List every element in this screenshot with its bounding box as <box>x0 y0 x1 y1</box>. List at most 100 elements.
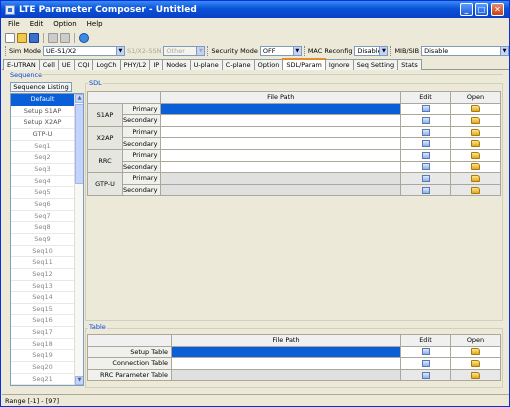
filepath-cell[interactable] <box>160 148 401 162</box>
open-button[interactable] <box>450 148 501 162</box>
sequence-item[interactable]: GTP-U <box>11 129 74 141</box>
sequence-item[interactable]: Seq9 <box>11 234 74 246</box>
filepath-cell[interactable] <box>160 183 401 197</box>
sequence-item[interactable]: Seq4 <box>11 176 74 188</box>
maximize-button[interactable]: □ <box>475 3 488 16</box>
new-icon[interactable] <box>5 32 15 43</box>
menu-help[interactable]: Help <box>87 20 103 28</box>
filepath-cell[interactable] <box>160 172 401 185</box>
sequence-item[interactable]: Seq14 <box>11 292 74 304</box>
open-button[interactable] <box>450 137 501 150</box>
open-button[interactable] <box>450 125 501 139</box>
sequence-item[interactable]: Default <box>11 94 74 106</box>
tab-option[interactable]: Option <box>253 59 284 70</box>
menu-edit[interactable]: Edit <box>30 20 44 28</box>
edit-icon <box>421 371 430 379</box>
tab-cell[interactable]: Cell <box>38 59 59 70</box>
mib-select[interactable]: Disable ▼ <box>421 46 510 56</box>
edit-button[interactable] <box>400 137 451 150</box>
edit-icon <box>421 140 430 148</box>
filepath-cell[interactable] <box>171 368 401 382</box>
sequence-item[interactable]: Seq21 <box>11 374 74 385</box>
tab-c-plane[interactable]: C-plane <box>221 59 255 70</box>
menu-file[interactable]: File <box>8 20 20 28</box>
scroll-down-icon[interactable]: ▼ <box>75 376 83 385</box>
edit-button[interactable] <box>400 345 451 359</box>
chevron-down-icon: ▼ <box>500 47 509 55</box>
tab-phy-l2[interactable]: PHY/L2 <box>119 59 151 70</box>
open-button[interactable] <box>450 368 501 382</box>
sequence-item[interactable]: Seq7 <box>11 211 74 223</box>
copy-icon[interactable] <box>60 32 70 43</box>
tab-eutran[interactable]: E-UTRAN <box>3 59 40 70</box>
security-select[interactable]: OFF ▼ <box>259 46 302 56</box>
sim-mode-select[interactable]: UE-S1/X2 ▼ <box>43 46 125 56</box>
tab-stats[interactable]: Stats <box>397 59 422 70</box>
filepath-cell[interactable] <box>160 160 401 174</box>
sequence-item[interactable]: Seq6 <box>11 199 74 211</box>
tab-logch[interactable]: LogCh <box>92 59 121 70</box>
open-button[interactable] <box>450 172 501 185</box>
edit-button[interactable] <box>400 183 451 197</box>
filepath-cell[interactable] <box>160 102 401 116</box>
edit-button[interactable] <box>400 368 451 382</box>
s1x2ssn-select[interactable]: Other ▼ <box>163 46 206 56</box>
open-button[interactable] <box>450 114 501 127</box>
sequence-item[interactable]: Seq20 <box>11 362 74 374</box>
sequence-item[interactable]: Seq16 <box>11 315 74 328</box>
tab-ip[interactable]: IP <box>149 59 164 70</box>
vertical-scrollbar[interactable]: ▲ ▼ <box>74 94 83 385</box>
tab-ue[interactable]: UE <box>57 59 75 70</box>
tab-nodes[interactable]: Nodes <box>162 59 191 70</box>
sequence-item[interactable]: Seq11 <box>11 257 74 269</box>
edit-button[interactable] <box>400 172 451 185</box>
edit-icon <box>421 163 430 171</box>
edit-button[interactable] <box>400 148 451 162</box>
sequence-item[interactable]: Seq8 <box>11 222 74 234</box>
sequence-item[interactable]: Seq15 <box>11 304 74 316</box>
sequence-item[interactable]: Seq5 <box>11 187 74 199</box>
sequence-item[interactable]: Setup S1AP <box>11 106 74 118</box>
scroll-thumb[interactable] <box>75 104 83 184</box>
sequence-item[interactable]: Seq18 <box>11 339 74 351</box>
sequence-item[interactable]: Seq2 <box>11 152 74 164</box>
sequence-item[interactable]: Seq12 <box>11 269 74 281</box>
edit-button[interactable] <box>400 160 451 174</box>
sequence-item[interactable]: Seq13 <box>11 281 74 293</box>
open-icon[interactable] <box>17 32 27 43</box>
tab-seq-setting[interactable]: Seq Setting <box>352 59 399 70</box>
mac-select[interactable]: Disable ▼ <box>354 46 389 56</box>
close-button[interactable]: ✕ <box>491 3 504 16</box>
filepath-cell[interactable] <box>160 114 401 127</box>
sequence-item[interactable]: Seq3 <box>11 164 74 176</box>
minimize-button[interactable]: _ <box>460 3 473 16</box>
edit-button[interactable] <box>400 102 451 116</box>
sequence-item[interactable]: Seq17 <box>11 327 74 339</box>
tab-ignore[interactable]: Ignore <box>324 59 354 70</box>
scroll-up-icon[interactable]: ▲ <box>75 94 83 103</box>
cut-icon[interactable] <box>48 32 58 43</box>
tab-cqi[interactable]: CQI <box>73 59 94 70</box>
filepath-cell[interactable] <box>171 345 401 359</box>
open-button[interactable] <box>450 357 501 370</box>
sequence-item[interactable]: Seq1 <box>11 141 74 153</box>
tab-u-plane[interactable]: U-plane <box>189 59 223 70</box>
edit-button[interactable] <box>400 357 451 370</box>
save-icon[interactable] <box>29 32 39 43</box>
open-button[interactable] <box>450 345 501 359</box>
edit-button[interactable] <box>400 125 451 139</box>
open-button[interactable] <box>450 183 501 197</box>
menu-option[interactable]: Option <box>53 20 76 28</box>
sequence-item[interactable]: Seq19 <box>11 350 74 363</box>
tab-sdl-param[interactable]: SDL/Param <box>282 58 326 70</box>
sequence-list[interactable]: Default Setup S1AP Setup X2AP GTP-U Seq1 Seq2… <box>10 93 84 386</box>
open-button[interactable] <box>450 160 501 174</box>
filepath-cell[interactable] <box>160 137 401 150</box>
sequence-item[interactable]: Setup X2AP <box>11 117 74 129</box>
help-icon[interactable] <box>79 32 89 43</box>
filepath-cell[interactable] <box>171 357 401 370</box>
filepath-cell[interactable] <box>160 125 401 139</box>
sequence-item[interactable]: Seq10 <box>11 246 74 258</box>
edit-button[interactable] <box>400 114 451 127</box>
open-button[interactable] <box>450 102 501 116</box>
